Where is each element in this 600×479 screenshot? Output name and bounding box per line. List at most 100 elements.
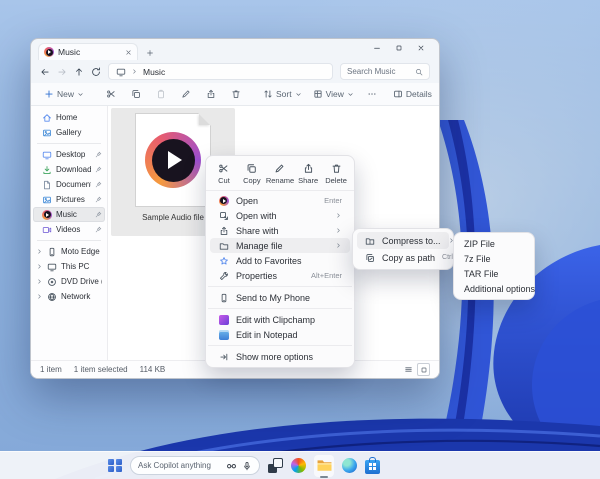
- details-button[interactable]: Details: [389, 87, 436, 101]
- search-box[interactable]: Search Music: [340, 63, 430, 80]
- sidebar-item-dvd-drive[interactable]: DVD Drive (D:) CCC: [33, 274, 105, 289]
- up-button[interactable]: [74, 67, 84, 77]
- sidebar-item-desktop[interactable]: Desktop: [33, 147, 105, 162]
- media-play-icon: [145, 132, 201, 188]
- wrench-icon: [219, 271, 229, 281]
- submenu-item-copy-as-path[interactable]: Copy as path Ctrl+Shift+C: [357, 249, 449, 266]
- back-button[interactable]: [40, 67, 50, 77]
- menu-divider: [208, 286, 352, 287]
- desktop: Music Music Search Music: [0, 0, 600, 479]
- thumbnail-view-toggle[interactable]: [417, 363, 430, 376]
- music-icon: [42, 210, 52, 220]
- menu-item-open-with[interactable]: Open with: [210, 208, 350, 223]
- command-toolbar: New Sort View: [31, 83, 439, 106]
- menu-item-manage-file[interactable]: Manage file: [210, 238, 350, 253]
- pin-icon: [95, 181, 102, 188]
- forward-button[interactable]: [57, 67, 67, 77]
- menu-item-add-to-favorites[interactable]: Add to Favorites: [210, 253, 350, 268]
- sidebar-item-videos[interactable]: Videos: [33, 222, 105, 237]
- share-quick-action[interactable]: Share: [294, 162, 322, 186]
- open-with-icon: [219, 211, 229, 221]
- delete-button[interactable]: [225, 87, 247, 101]
- copy-button[interactable]: [125, 87, 147, 101]
- pin-icon: [95, 226, 102, 233]
- share-button[interactable]: [200, 87, 222, 101]
- new-tab-button[interactable]: [146, 49, 154, 57]
- media-player-icon: [219, 196, 229, 206]
- sidebar-item-this-pc[interactable]: This PC: [33, 259, 105, 274]
- rename-quick-action[interactable]: Rename: [266, 162, 294, 186]
- chevron-down-icon: [77, 91, 84, 98]
- submenu-item-zip-file[interactable]: ZIP File: [458, 236, 530, 251]
- copy-quick-action[interactable]: Copy: [238, 162, 266, 186]
- window-controls: [373, 39, 431, 60]
- sidebar-item-home[interactable]: Home: [33, 110, 105, 125]
- cut-quick-action[interactable]: Cut: [210, 162, 238, 186]
- sidebar-item-phone-device[interactable]: Moto Edge 30 Neo: [33, 244, 105, 259]
- breadcrumb[interactable]: Music: [108, 63, 333, 80]
- minimize-button[interactable]: [373, 39, 381, 57]
- details-label: Details: [406, 89, 432, 99]
- submenu-item-7z-file[interactable]: 7z File: [458, 251, 530, 266]
- tab-close-icon[interactable]: [125, 49, 132, 56]
- microsoft-store-icon[interactable]: [365, 460, 380, 474]
- music-app-icon: [44, 47, 54, 57]
- rename-button[interactable]: [175, 87, 197, 101]
- chevron-right-icon[interactable]: [36, 293, 43, 300]
- quick-actions-row: Cut Copy Rename Share Delete: [206, 159, 354, 191]
- delete-quick-action[interactable]: Delete: [322, 162, 350, 186]
- file-explorer-taskbar-button[interactable]: [314, 455, 334, 477]
- menu-item-edit-with-clipchamp[interactable]: Edit with Clipchamp: [210, 312, 350, 327]
- chevron-down-icon: [347, 91, 354, 98]
- menu-item-send-to-my-phone[interactable]: Send to My Phone: [210, 290, 350, 305]
- chevron-right-icon: [335, 242, 342, 249]
- sort-button[interactable]: Sort: [259, 87, 306, 101]
- microphone-icon[interactable]: [242, 461, 252, 471]
- paste-button[interactable]: [150, 87, 172, 101]
- task-view-button[interactable]: [268, 458, 283, 473]
- submenu-item-tar-file[interactable]: TAR File: [458, 266, 530, 281]
- details-pane-icon: [393, 89, 403, 99]
- menu-item-show-more-options[interactable]: Show more options: [210, 349, 350, 364]
- start-button[interactable]: [108, 459, 122, 473]
- chevron-right-icon[interactable]: [36, 278, 43, 285]
- submenu-item-additional-options[interactable]: Additional options: [458, 281, 530, 296]
- menu-item-edit-in-notepad[interactable]: Edit in Notepad: [210, 327, 350, 342]
- view-label: View: [326, 89, 344, 99]
- sidebar-item-downloads[interactable]: Downloads: [33, 162, 105, 177]
- pin-icon: [95, 211, 102, 218]
- edge-browser-icon[interactable]: [342, 458, 357, 473]
- menu-divider: [208, 345, 352, 346]
- explorer-folder-icon: [317, 459, 332, 472]
- more-options-icon: [219, 352, 229, 362]
- sidebar-item-documents[interactable]: Documents: [33, 177, 105, 192]
- copilot-icon[interactable]: [291, 458, 306, 473]
- refresh-button[interactable]: [91, 67, 101, 77]
- menu-item-open[interactable]: Open Enter: [210, 193, 350, 208]
- menu-item-share-with[interactable]: Share with: [210, 223, 350, 238]
- sidebar-item-network[interactable]: Network: [33, 289, 105, 304]
- more-commands-button[interactable]: [361, 87, 383, 101]
- tab-bar: Music: [31, 39, 439, 60]
- sidebar-divider: [37, 143, 101, 144]
- submenu-item-compress-to[interactable]: Compress to...: [357, 232, 449, 249]
- tab-music[interactable]: Music: [38, 43, 138, 60]
- cut-button[interactable]: [100, 87, 122, 101]
- manage-file-icon: [219, 241, 229, 251]
- close-window-button[interactable]: [417, 39, 425, 57]
- sort-label: Sort: [276, 89, 292, 99]
- maximize-button[interactable]: [395, 39, 403, 57]
- glasses-icon: [226, 460, 237, 471]
- chevron-right-icon[interactable]: [36, 263, 43, 270]
- sidebar-item-pictures[interactable]: Pictures: [33, 192, 105, 207]
- menu-item-properties[interactable]: Properties Alt+Enter: [210, 268, 350, 283]
- new-button[interactable]: New: [40, 87, 88, 101]
- chevron-right-icon[interactable]: [36, 248, 43, 255]
- sidebar-item-music[interactable]: Music: [33, 207, 105, 222]
- taskbar-search[interactable]: Ask Copilot anything: [130, 456, 260, 475]
- breadcrumb-location: Music: [143, 67, 165, 77]
- details-view-icon[interactable]: [404, 365, 413, 374]
- view-button[interactable]: View: [309, 87, 358, 101]
- sidebar-item-gallery[interactable]: Gallery: [33, 125, 105, 140]
- selection-size: 114 KB: [140, 365, 166, 374]
